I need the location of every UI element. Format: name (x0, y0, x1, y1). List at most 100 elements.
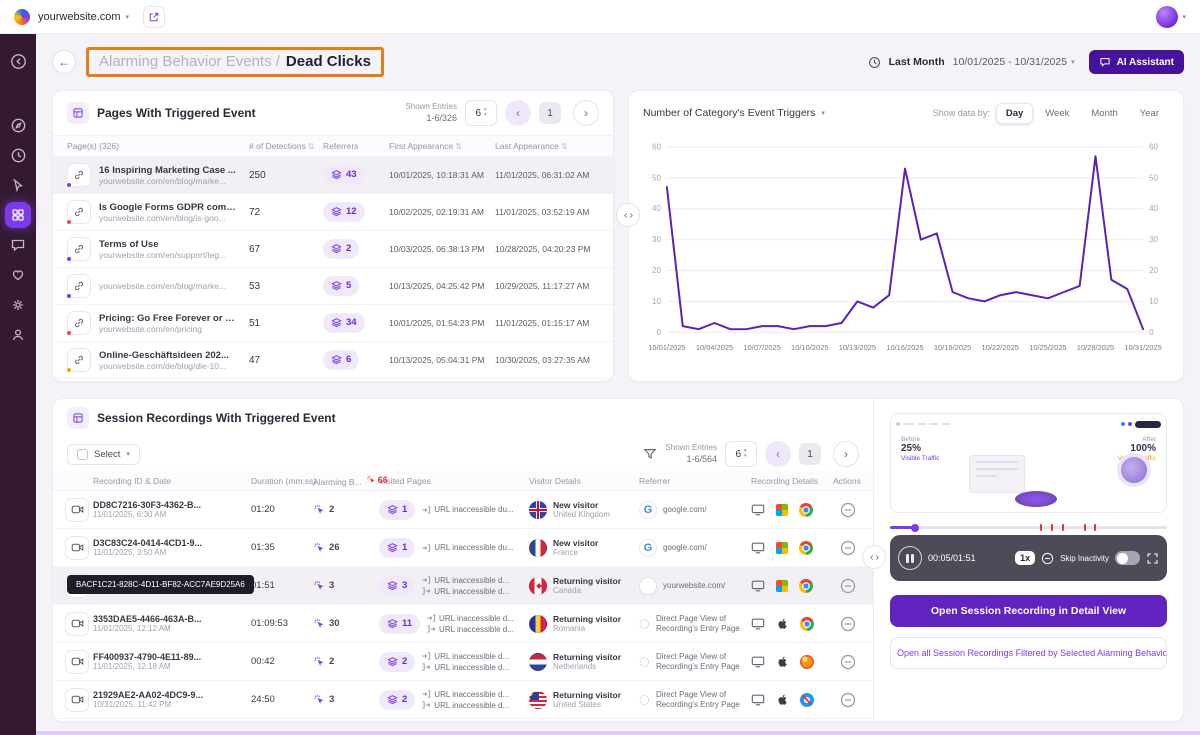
back-button[interactable]: ← (52, 50, 76, 74)
open-all-button[interactable]: Open all Session Recordings Filtered by … (890, 637, 1167, 669)
referrers-badge[interactable]: 12 (323, 202, 365, 222)
prev-page-button[interactable]: ‹ (505, 100, 531, 126)
referrers-badge[interactable]: 6 (323, 350, 359, 370)
column-first-appearance[interactable]: First Appearance⇅ (389, 141, 495, 151)
svg-text:10/16/2025: 10/16/2025 (886, 343, 923, 352)
table-row[interactable]: Online-Geschäftsideen 202... yourwebsite… (53, 342, 613, 379)
player-timeline[interactable] (890, 521, 1167, 533)
timeline-handle[interactable] (911, 524, 919, 532)
open-site-button[interactable] (143, 6, 165, 28)
referrers-badge[interactable]: 34 (323, 313, 365, 333)
sidebar-item-account[interactable] (5, 322, 31, 348)
sidebar-item-favorites[interactable] (5, 262, 31, 288)
collapse-preview-button[interactable] (862, 545, 886, 569)
column-recording-id[interactable]: Recording ID & Date (93, 476, 251, 486)
date-range-selector[interactable]: 10/01/2025 - 10/31/2025 ▾ (953, 56, 1075, 68)
referrers-badge[interactable]: 43 (323, 165, 365, 185)
page-size-stepper[interactable]: 6 ▴▾ (725, 441, 757, 467)
select-dropdown[interactable]: Select ▾ (67, 444, 140, 465)
visited-count-badge[interactable]: 1 (379, 500, 415, 520)
event-marker (1040, 524, 1043, 531)
current-page: 1 (799, 443, 821, 465)
sidebar-item-interactions[interactable] (5, 172, 31, 198)
recording-preview[interactable]: Before 25% Visible Traffic After 100% Vi… (890, 413, 1167, 513)
row-actions-button[interactable] (840, 502, 856, 518)
remove-icon (840, 692, 856, 708)
table-row[interactable]: FF400937-4790-4E11-89... 11/01/2025, 12:… (53, 643, 873, 681)
avatar[interactable] (1156, 6, 1178, 28)
row-actions-button[interactable] (840, 540, 856, 556)
skip-inactivity-toggle[interactable] (1115, 551, 1140, 565)
speed-button[interactable]: 1x (1015, 551, 1035, 565)
table-row[interactable]: 16 Inspiring Marketing Case ... yourwebs… (53, 157, 613, 194)
page-size-stepper[interactable]: 6 ▴▾ (465, 100, 497, 126)
purple-graphic (1015, 491, 1057, 507)
table-row[interactable]: 3353DAE5-4466-463A-B... 11/01/2025, 12:1… (53, 605, 873, 643)
site-selector[interactable]: yourwebsite.com ▾ (38, 11, 129, 23)
layers-icon (331, 169, 342, 180)
row-actions-button[interactable] (840, 616, 856, 632)
ai-assistant-button[interactable]: AI Assistant (1089, 50, 1184, 74)
table-row[interactable]: D3C83C24-0414-4CD1-9... 11/01/2025, 3:50… (53, 529, 873, 567)
filter-button[interactable] (643, 447, 657, 461)
apple-os-icon (776, 617, 789, 630)
column-recording-details: Recording Details (751, 476, 833, 486)
pause-button[interactable] (898, 546, 922, 570)
visited-count-badge[interactable]: 2 (379, 652, 415, 672)
page-url: yourwebsite.com/en/support/leg... (99, 250, 239, 260)
svg-text:10/10/2025: 10/10/2025 (791, 343, 828, 352)
svg-text:10/28/2025: 10/28/2025 (1077, 343, 1114, 352)
page-header: ← Alarming Behavior Events / Dead Clicks… (52, 34, 1184, 90)
direct-referrer-icon (639, 615, 650, 633)
visited-count-badge[interactable]: 2 (379, 690, 415, 710)
row-actions-button[interactable] (840, 578, 856, 594)
recordings-card: Session Recordings With Triggered Event … (52, 398, 1184, 722)
chevron-down-icon: ▾ (1182, 13, 1186, 21)
visited-count-badge[interactable]: 11 (379, 614, 420, 634)
granularity-week[interactable]: Week (1035, 103, 1079, 124)
referrers-badge[interactable]: 2 (323, 239, 359, 259)
column-duration[interactable]: Duration (mm:ss) (251, 476, 313, 486)
desktop-icon (751, 693, 765, 707)
column-last-appearance[interactable]: Last Appearance⇅ (495, 141, 601, 151)
column-detections[interactable]: # of Detections⇅ (249, 141, 323, 151)
row-actions-button[interactable] (840, 654, 856, 670)
granularity-day[interactable]: Day (996, 103, 1033, 124)
sidebar-item-settings[interactable] (5, 292, 31, 318)
row-actions-button[interactable] (840, 692, 856, 708)
open-detail-button[interactable]: Open Session Recording in Detail View (890, 595, 1167, 627)
granularity-month[interactable]: Month (1081, 103, 1127, 124)
sidebar-item-dashboard[interactable] (5, 112, 31, 138)
referrers-badge[interactable]: 5 (323, 276, 359, 296)
checkbox[interactable] (77, 449, 88, 460)
table-row[interactable]: yourwebsite.com/en/blog/marke... 53 5 10… (53, 268, 613, 305)
table-row[interactable]: DD8C7216-30F3-4362-B... 11/01/2025, 6:30… (53, 491, 873, 529)
sort-icon: ⇅ (308, 142, 315, 151)
scroll-strip[interactable] (36, 731, 1200, 735)
visited-count-badge[interactable]: 1 (379, 538, 415, 558)
last-appearance: 11/01/2025, 01:15:17 AM (495, 318, 601, 328)
table-row[interactable]: Is Google Forms GDPR comp... yourwebsite… (53, 194, 613, 231)
metric-selector[interactable]: Number of Category's Event Triggers ▾ (643, 107, 825, 119)
prev-page-button[interactable]: ‹ (765, 441, 791, 467)
granularity-year[interactable]: Year (1130, 103, 1169, 124)
table-row[interactable]: Pricing: Go Free Forever or C... yourweb… (53, 305, 613, 342)
layers-icon (331, 354, 342, 365)
grid-icon (10, 207, 26, 223)
first-appearance: 10/01/2025, 10:18:31 AM (389, 170, 495, 180)
table-row[interactable]: Terms of Use yourwebsite.com/en/support/… (53, 231, 613, 268)
visited-count-badge[interactable]: 3 (379, 576, 415, 596)
column-pages[interactable]: Page(s) (326) (67, 141, 249, 151)
sidebar-item-history[interactable] (5, 142, 31, 168)
sidebar-item-feedback[interactable] (5, 232, 31, 258)
sidebar-collapse-button[interactable] (5, 48, 31, 74)
arrows-horizontal-icon (623, 210, 634, 221)
table-row[interactable]: 21929AE2-AA02-4DC9-9... 10/31/2025, 11:4… (53, 681, 873, 719)
collapse-panel-button[interactable] (616, 203, 640, 227)
column-alarming[interactable]: Alarming B...66 (313, 475, 379, 487)
fullscreen-button[interactable] (1146, 552, 1159, 565)
chrome-icon (799, 579, 813, 593)
next-page-button[interactable]: › (573, 100, 599, 126)
next-page-button[interactable]: › (833, 441, 859, 467)
sidebar-item-events[interactable] (5, 202, 31, 228)
